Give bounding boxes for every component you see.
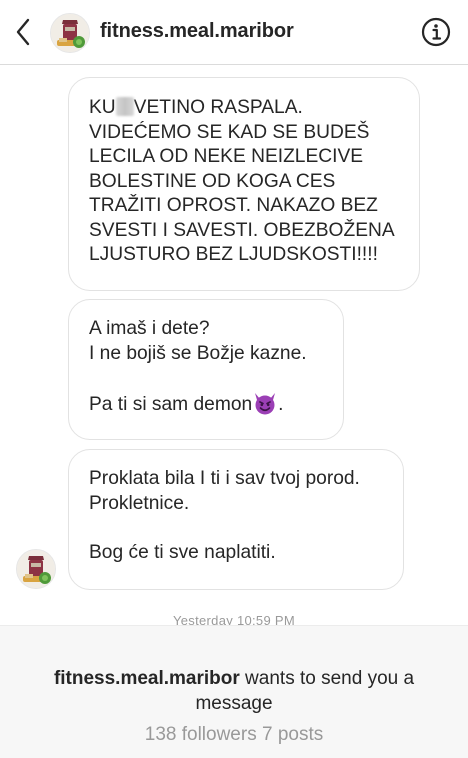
message-line: LECILA OD NEKE NEIZLECIVE [89, 146, 364, 167]
request-username[interactable]: fitness.meal.maribor [54, 668, 240, 689]
message-line: Pa ti si sam demon . [89, 391, 343, 418]
message-line: A imaš i dete? [89, 318, 210, 339]
chevron-left-icon [16, 18, 30, 46]
message-thread[interactable]: KU VETINO RASPALA. VIDEĆEMO SE KAD SE BUD… [0, 65, 468, 625]
profile-avatar-icon [17, 550, 55, 588]
smiling-devil-icon [255, 392, 276, 414]
message-line: Prokletnice. [89, 492, 190, 514]
message-line: SVESTI I SAVESTI. OBEZBOŽENA [89, 219, 395, 241]
message-bubble[interactable]: A imaš i dete? I ne bojiš se Božje kazne… [68, 299, 344, 440]
dm-thread-screen: fitness.meal.maribor KU VETINO RASPALA. V… [0, 0, 468, 758]
message-line: Bog će ti sve naplatiti. [89, 541, 276, 563]
thread-header: fitness.meal.maribor [0, 0, 468, 65]
message-line: TRAŽITI OPROST. NAKAZO BEZ [89, 195, 378, 216]
message-line: Proklata bila I ti i sav tvoj porod. [89, 468, 360, 489]
message-line-gap [89, 516, 403, 541]
request-stats: 138 followers 7 posts [144, 724, 324, 745]
message-line: BOLESTINE OD KOGA CES [89, 170, 336, 192]
message-line: LJUSTURO BEZ LJUDSKOSTI!!!! [89, 244, 378, 265]
header-username[interactable]: fitness.meal.maribor [100, 20, 294, 43]
request-message: fitness.meal.maribor wants to send you a… [30, 666, 438, 716]
message-line: KU VETINO RASPALA. [89, 97, 303, 118]
censored-text-mark [115, 97, 134, 116]
message-line-gap [89, 366, 343, 391]
info-icon [421, 17, 451, 47]
message-bubble[interactable]: KU VETINO RASPALA. VIDEĆEMO SE KAD SE BUD… [68, 77, 420, 291]
info-button[interactable] [420, 16, 452, 48]
header-avatar[interactable] [50, 13, 90, 53]
message-line: VIDEĆEMO SE KAD SE BUDEŠ [89, 121, 370, 143]
sender-avatar[interactable] [16, 549, 56, 589]
message-line: I ne bojiš se Božje kazne. [89, 342, 307, 364]
message-bubble[interactable]: Proklata bila I ti i sav tvoj porod. Pro… [68, 449, 404, 590]
message-timestamp: Yesterday 10:59 PM [173, 613, 295, 625]
back-button[interactable] [6, 12, 40, 52]
message-request-panel: fitness.meal.maribor wants to send you a… [0, 625, 468, 758]
profile-avatar-icon [51, 14, 89, 52]
